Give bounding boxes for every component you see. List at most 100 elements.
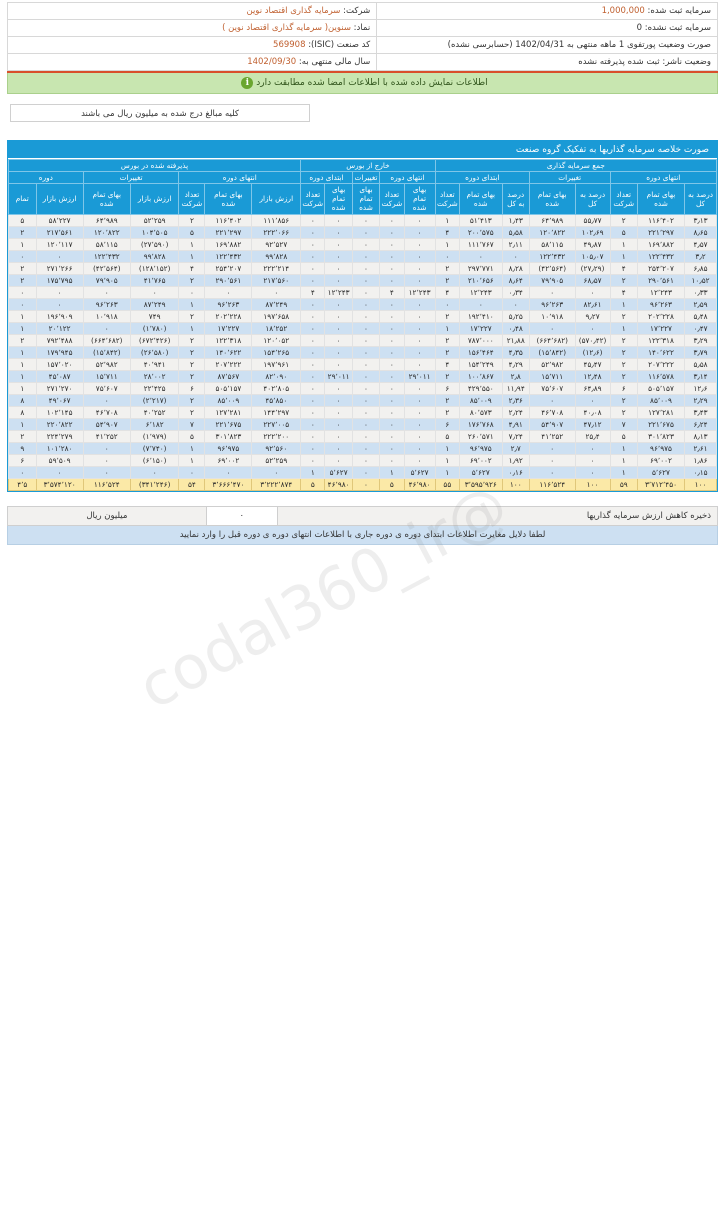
- cell-r19-c18: ١٠١٬٢٨٠: [35, 441, 84, 455]
- cell-r12-c9: ٠: [379, 357, 405, 371]
- cell-r2-c15: ١: [178, 237, 206, 251]
- cell-r14-c13: ۴٠٢٬٨٠۵: [251, 381, 302, 395]
- cell-r0-c5: ١٫۴٣: [501, 213, 530, 227]
- cell-r3-c5: ٠: [501, 249, 530, 263]
- cell-r4-c7: ٢: [434, 261, 460, 275]
- cell-r3-c19: ٠: [8, 249, 37, 263]
- symbol-value: سنوین( سرمایه گذاری اقتصاد نوین ): [222, 23, 351, 33]
- cell-r16-c5: ٢٫٢۴: [501, 405, 530, 419]
- cell-r5-c17: ٧٩٬٩٠۵: [82, 273, 131, 287]
- cell-r16-c10: ٠: [351, 405, 381, 419]
- cell-r21-c17: ٠: [82, 465, 131, 479]
- isic-value: 569908: [273, 40, 306, 50]
- cell-r21-c19: ٠: [8, 465, 37, 479]
- cell-r21-c2: ١: [609, 465, 638, 479]
- cell-r10-c12: ٠: [300, 333, 326, 347]
- cell-r11-c14: ١۴٠٬۶٢٢: [204, 345, 253, 359]
- cell-r15-c18: ۴٩٬٠۶٧: [35, 393, 84, 407]
- cell-r10-c9: ٠: [379, 333, 405, 347]
- cell-r1-c0: ٨٫۶۵: [684, 225, 717, 239]
- cell-r14-c5: ١١٫٩۴: [501, 381, 530, 395]
- cell-r20-c8: ٠: [403, 453, 436, 467]
- cell-r5-c3: ۶٨٫۵٧: [574, 273, 611, 287]
- cell-r4-c4: (۴٢٬۵۶۴): [528, 261, 576, 275]
- cell-r6-c15: ٠: [178, 285, 206, 299]
- column-header-0: درصد به کل: [684, 183, 717, 215]
- cell-r5-c9: ٠: [379, 273, 405, 287]
- cell-r5-c5: ٨٫۶۴: [501, 273, 530, 287]
- cell-r4-c2: ۴: [609, 261, 638, 275]
- cell-r14-c12: ٠: [300, 381, 326, 395]
- cell-r20-c16: (۶٬١۵٠): [129, 453, 180, 467]
- sub-otc-end: انتهای دوره: [379, 171, 436, 185]
- cell-r17-c0: ۶٫٢۴: [684, 417, 717, 431]
- column-header-9: تعداد شرکت: [379, 183, 405, 215]
- cell-r21-c7: ١: [434, 465, 460, 479]
- cell-r9-c0: ٠٫۴٧: [684, 321, 717, 335]
- cell-r5-c0: ١٠٫۵٢: [684, 273, 717, 287]
- cell-r7-c5: ٠: [501, 297, 530, 311]
- cell-r8-c5: ۵٫٢۵: [501, 309, 530, 323]
- cell-r1-c13: ٢٢٢٬٠۶۶: [251, 225, 302, 239]
- cell-r20-c9: ٠: [379, 453, 405, 467]
- cell-r17-c19: ١: [8, 417, 37, 431]
- cell-r3-c17: ١٢٢٬۴٣٢: [82, 249, 131, 263]
- cell-r19-c6: ٩۶٬٩٧۵: [458, 441, 503, 455]
- cell-r5-c7: ٢: [434, 273, 460, 287]
- investments-table: جمع سرمایه گذاری خارج از بورس پذیرفته شد…: [7, 158, 718, 491]
- sub-listed-begin: دوره: [8, 171, 84, 185]
- company-info-table: سرمایه ثبت شده: 1,000,000 شرکت: سرمایه گ…: [6, 2, 718, 71]
- cell-r8-c15: ٢: [178, 309, 206, 323]
- amount-unit-note: کلیه مبالغ درج شده به میلیون ریال می باش…: [10, 104, 310, 122]
- cell-r11-c9: ٠: [379, 345, 405, 359]
- info-row-symbol: سرمایه ثبت نشده: 0 نماد: سنوین( سرمایه گ…: [6, 19, 718, 37]
- cell-r8-c1: ٢٠٢٬٢٢٨: [636, 309, 686, 323]
- cell-r0-c17: ۶۴٬٩٨٩: [82, 213, 131, 227]
- cell-r15-c17: ٠: [82, 393, 131, 407]
- reserve-unit: میلیون ریال: [7, 505, 207, 526]
- cell-r3-c0: ٣٫٢: [684, 249, 717, 263]
- cell-r2-c16: (٢٧٬۵٩٠): [129, 237, 180, 251]
- cell-r21-c4: ٠: [528, 465, 576, 479]
- cell-r5-c19: ٢: [8, 273, 37, 287]
- total-cell-c11: ۴۶٬٩٨٠: [324, 477, 353, 491]
- reserve-value: ٠: [205, 505, 278, 526]
- cell-r21-c8: ۵٬۶٢٧: [403, 465, 436, 479]
- cell-r12-c10: ٠: [351, 357, 381, 371]
- cell-r5-c4: ٧٩٬٩٠۵: [528, 273, 576, 287]
- cell-r5-c10: ٠: [351, 273, 381, 287]
- cell-r11-c12: ٠: [300, 345, 326, 359]
- cell-r0-c10: ٠: [351, 213, 381, 227]
- cell-r6-c4: ٠: [528, 285, 576, 299]
- publisher-status-value: ثبت شده پذیرفته نشده: [578, 57, 660, 67]
- cell-r5-c1: ٢٩٠٬۵۶١: [636, 273, 686, 287]
- cell-r4-c14: ٢۵۴٬٢٠٧: [204, 261, 253, 275]
- cell-r17-c4: ۵۴٬٩٠٧: [528, 417, 576, 431]
- cell-r18-c0: ٨٫١٣: [684, 429, 717, 443]
- cell-r4-c0: ۶٫٨۵: [684, 261, 717, 275]
- table-row: ٢٫۵٩ ٩۶٬٢۶٣ ١ ٨٢٫۶١ ٩۶٬٢۶٣ ٠ ٠ ٠ ٠ ٠ ٠ ٠ ٠ ٨٧٬٢۴٩ ٩۶٬٢…: [8, 297, 717, 311]
- fiscal-year-cell: سال مالی منتهی به: 1402/09/30: [6, 53, 378, 71]
- cell-r3-c13: ٩٩٬٨٢٨: [251, 249, 302, 263]
- cell-r12-c17: ۵٢٬٩٨٢: [82, 357, 131, 371]
- cell-r11-c8: ٠: [403, 345, 436, 359]
- cell-r21-c9: ١: [379, 465, 405, 479]
- cell-r18-c8: ٠: [403, 429, 436, 443]
- cell-r2-c11: ٠: [324, 237, 353, 251]
- cell-r6-c1: ١٢٬٢۴٣: [636, 285, 686, 299]
- table-row: ٣٫١٣ ١١۶٬۴٠٢ ٢ ۵۵٫٧٧ ۶۴٬٩٨٩ ١٫۴٣ ۵١٬۴١٣ ١ ٠ ٠ ٠ ٠ ٠ ١…: [8, 213, 717, 227]
- table-row: ۴٫۵٧ ١۶٩٬٨٨٢ ١ ۴٩٫٨٧ ۵٨٬١١۵ ٢٫١١ ١١١٬٧۶٧ ١ ٠ ٠ ٠ ٠ ٠…: [8, 237, 717, 251]
- cell-r17-c12: ٠: [300, 417, 326, 431]
- cell-r4-c15: ۴: [178, 261, 206, 275]
- column-header-10: بهای تمام شده: [351, 183, 381, 215]
- cell-r20-c19: ۶: [8, 453, 37, 467]
- cell-r11-c17: (١۵٬٨۴٢): [82, 345, 131, 359]
- column-header-11: بهای تمام شده: [324, 183, 353, 215]
- registered-capital-label: سرمایه ثبت شده:: [647, 6, 711, 16]
- cell-r3-c16: ٩٩٬٨٢٨: [129, 249, 180, 263]
- sub-listed-changes: تغییرات: [82, 171, 180, 185]
- total-cell-c1: ٣٬٧١٢٬۴۵٠: [636, 477, 686, 491]
- cell-r1-c6: ٢٠٠٬۵٧۵: [458, 225, 503, 239]
- cell-r21-c13: ٠: [251, 465, 302, 479]
- cell-r10-c11: ٠: [324, 333, 353, 347]
